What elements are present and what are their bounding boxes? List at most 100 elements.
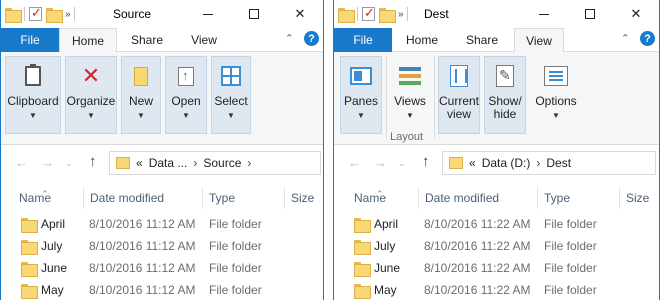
address-bar[interactable]: « Data ... › Source › xyxy=(109,151,321,175)
file-name: June xyxy=(374,261,401,275)
help-icon[interactable]: ? xyxy=(304,31,319,46)
back-arrow-icon[interactable]: ← xyxy=(348,155,361,170)
breadcrumb-data[interactable]: Data ... xyxy=(149,156,188,170)
column-header-date[interactable]: Date modified xyxy=(418,187,536,209)
dropdown-arrow-icon: ▼ xyxy=(406,111,414,120)
folder-icon xyxy=(449,157,463,169)
title-bar: » Dest ✕ xyxy=(334,0,659,28)
column-header-type[interactable]: Type xyxy=(537,187,619,209)
list-item[interactable]: April 8/10/2016 11:12 AM File folder xyxy=(1,214,323,236)
dropdown-arrow-icon: ▼ xyxy=(227,111,235,120)
dropdown-arrow-icon: ▼ xyxy=(182,111,190,120)
list-item[interactable]: May 8/10/2016 11:12 AM File folder xyxy=(1,280,323,300)
tab-share[interactable]: Share xyxy=(119,28,175,52)
back-arrow-icon[interactable]: ← xyxy=(15,155,28,170)
help-icon[interactable]: ? xyxy=(640,31,655,46)
maximize-button[interactable] xyxy=(231,0,277,28)
list-item[interactable]: April 8/10/2016 11:22 AM File folder xyxy=(334,214,659,236)
customize-toolbar-icon[interactable]: » xyxy=(65,9,70,20)
up-arrow-icon[interactable]: ↑ xyxy=(89,153,97,170)
properties-icon[interactable] xyxy=(29,5,42,21)
list-item[interactable]: June 8/10/2016 11:12 AM File folder xyxy=(1,258,323,280)
chevron-right-icon[interactable]: › xyxy=(536,156,540,170)
views-button[interactable]: Views ▼ xyxy=(390,56,430,134)
current-view-button[interactable]: Current view xyxy=(438,56,480,134)
breadcrumb-overflow[interactable]: « xyxy=(469,156,476,170)
column-header-size[interactable]: Size xyxy=(619,187,659,209)
panes-button[interactable]: Panes ▼ xyxy=(340,56,382,134)
file-type: File folder xyxy=(209,239,262,253)
tab-view[interactable]: View xyxy=(177,28,231,52)
tab-view[interactable]: View xyxy=(514,28,564,53)
properties-icon[interactable] xyxy=(362,5,375,21)
list-item[interactable]: July 8/10/2016 11:12 AM File folder xyxy=(1,236,323,258)
chevron-right-icon[interactable]: › xyxy=(247,156,251,170)
file-type: File folder xyxy=(209,283,262,297)
show-hide-label: Show/ hide xyxy=(488,94,522,121)
tab-home[interactable]: Home xyxy=(59,28,117,53)
tab-file[interactable]: File xyxy=(334,28,392,52)
maximize-icon xyxy=(585,9,595,19)
new-folder-icon[interactable] xyxy=(379,7,396,23)
breadcrumb-source[interactable]: Source xyxy=(203,156,241,170)
minimize-icon xyxy=(539,13,549,15)
folder-icon xyxy=(354,218,371,233)
up-arrow-icon[interactable]: ↑ xyxy=(422,153,430,170)
dropdown-arrow-icon: ▼ xyxy=(357,111,365,120)
maximize-button[interactable] xyxy=(567,0,613,28)
folder-icon xyxy=(354,240,371,255)
minimize-button[interactable] xyxy=(185,0,231,28)
file-date: 8/10/2016 11:12 AM xyxy=(89,283,196,297)
tab-home[interactable]: Home xyxy=(394,28,450,52)
list-item[interactable]: June 8/10/2016 11:22 AM File folder xyxy=(334,258,659,280)
delete-icon: ✕ xyxy=(81,63,101,88)
new-folder-icon[interactable] xyxy=(46,7,63,23)
folder-icon[interactable] xyxy=(338,7,355,23)
options-button[interactable]: Options ▼ xyxy=(530,56,582,134)
column-header-name[interactable]: ⌃ Name xyxy=(348,187,420,209)
forward-arrow-icon[interactable]: → xyxy=(374,155,387,170)
close-button[interactable]: ✕ xyxy=(277,0,323,28)
list-item[interactable]: July 8/10/2016 11:22 AM File folder xyxy=(334,236,659,258)
open-button[interactable]: Open ▼ xyxy=(165,56,207,134)
breadcrumb-overflow[interactable]: « xyxy=(136,156,143,170)
clipboard-button[interactable]: Clipboard ▼ xyxy=(5,56,61,134)
close-button[interactable]: ✕ xyxy=(613,0,659,28)
navigation-bar: ← → ⌄ ↑ « Data (D:) › Dest xyxy=(334,148,659,178)
folder-icon[interactable] xyxy=(5,7,22,23)
list-item[interactable]: May 8/10/2016 11:22 AM File folder xyxy=(334,280,659,300)
column-header-date[interactable]: Date modified xyxy=(83,187,201,209)
organize-button[interactable]: ✕ Organize ▼ xyxy=(65,56,117,134)
recent-locations-icon[interactable]: ⌄ xyxy=(65,158,73,169)
file-type: File folder xyxy=(209,261,262,275)
minimize-button[interactable] xyxy=(521,0,567,28)
show-hide-button[interactable]: Show/ hide xyxy=(484,56,526,134)
folder-icon xyxy=(21,218,38,233)
ribbon: Clipboard ▼ ✕ Organize ▼ New ▼ Open ▼ Se… xyxy=(1,52,323,145)
tab-file[interactable]: File xyxy=(1,28,59,52)
forward-arrow-icon[interactable]: → xyxy=(41,155,54,170)
select-button[interactable]: Select ▼ xyxy=(211,56,251,134)
customize-toolbar-icon[interactable]: » xyxy=(398,9,403,20)
file-date: 8/10/2016 11:12 AM xyxy=(89,239,196,253)
tab-share[interactable]: Share xyxy=(454,28,510,52)
explorer-window-source: » Source ✕ File Home Share View ⌃ ? Clip… xyxy=(0,0,324,300)
window-gap xyxy=(324,0,333,300)
clipboard-icon xyxy=(25,64,41,86)
column-header-name[interactable]: ⌃ Name xyxy=(13,187,85,209)
current-view-icon xyxy=(450,65,468,87)
current-view-label: Current view xyxy=(439,94,480,121)
column-header-size[interactable]: Size xyxy=(284,187,323,209)
breadcrumb-data[interactable]: Data (D:) xyxy=(482,156,531,170)
recent-locations-icon[interactable]: ⌄ xyxy=(398,158,406,169)
new-button[interactable]: New ▼ xyxy=(121,56,161,134)
open-label: Open xyxy=(171,94,201,108)
file-list: April 8/10/2016 11:22 AM File folder Jul… xyxy=(334,214,659,300)
collapse-ribbon-icon[interactable]: ⌃ xyxy=(285,32,294,45)
collapse-ribbon-icon[interactable]: ⌃ xyxy=(621,32,630,45)
address-bar[interactable]: « Data (D:) › Dest xyxy=(442,151,656,175)
column-header-type[interactable]: Type xyxy=(202,187,284,209)
group-divider xyxy=(386,56,387,138)
chevron-right-icon[interactable]: › xyxy=(193,156,197,170)
breadcrumb-dest[interactable]: Dest xyxy=(546,156,571,170)
